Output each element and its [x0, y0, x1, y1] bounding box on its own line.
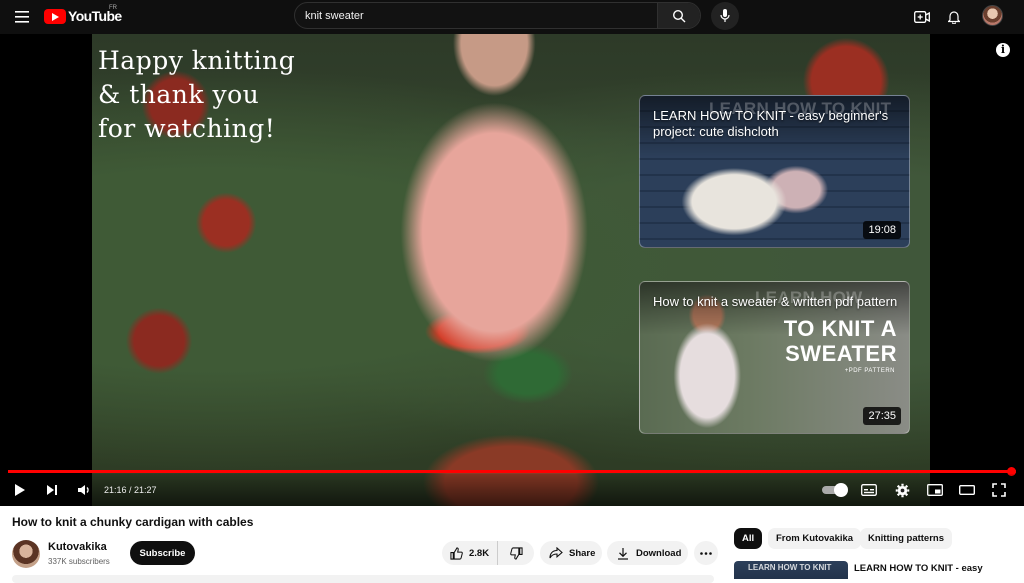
miniplayer-icon: [927, 484, 943, 496]
card-duration: 19:08: [863, 221, 901, 239]
share-label: Share: [569, 547, 596, 559]
card-thumb-sub: +PDF PATTERN: [844, 368, 895, 374]
theater-icon: [959, 485, 975, 495]
info-icon[interactable]: i: [996, 43, 1010, 57]
endscreen-card-1[interactable]: LEARN HOW TO KNIT LEARN HOW TO KNIT - ea…: [639, 95, 910, 248]
search-button[interactable]: [657, 3, 700, 28]
share-button[interactable]: Share: [540, 541, 602, 565]
video-title: How to knit a chunky cardigan with cable…: [12, 515, 254, 529]
like-count: 2.8K: [469, 547, 490, 559]
miniplayer-button[interactable]: [924, 480, 946, 500]
create-button[interactable]: [912, 7, 932, 27]
next-icon: [47, 485, 57, 495]
play-icon: [15, 484, 25, 496]
channel-name[interactable]: Kutovakika: [48, 541, 107, 553]
search-icon: [672, 9, 686, 22]
related-thumb-text: LEARN HOW TO KNIT: [748, 563, 832, 572]
chip-all[interactable]: All: [734, 528, 763, 549]
like-dislike-group: 2.8K: [442, 541, 534, 565]
captions-button[interactable]: [858, 480, 880, 500]
endscreen-line-3: for watching!: [98, 114, 276, 143]
endscreen-line-2: & thank you: [98, 80, 260, 109]
settings-icon: [895, 483, 909, 497]
top-bar: YouTube FR: [0, 0, 1024, 34]
settings-button[interactable]: HD: [891, 480, 913, 500]
volume-button[interactable]: [74, 480, 94, 500]
menu-icon[interactable]: [12, 7, 32, 27]
share-icon: [549, 547, 563, 559]
chip-knitting-patterns[interactable]: Knitting patterns: [860, 528, 952, 549]
search-input[interactable]: [295, 3, 659, 28]
logo-region: FR: [109, 5, 117, 11]
subscriber-count: 337K subscribers: [48, 557, 110, 566]
card-title: LEARN HOW TO KNIT - easy beginner's proj…: [653, 108, 889, 139]
account-avatar[interactable]: [982, 5, 1003, 26]
next-button[interactable]: [42, 480, 62, 500]
endscreen-message: Happy knitting & thank you for watching!: [98, 44, 295, 146]
fullscreen-button[interactable]: [988, 480, 1010, 500]
card-duration: 27:35: [863, 407, 901, 425]
create-icon: [914, 11, 930, 23]
card-thumb-big-line-1: TO KNIT A: [783, 316, 897, 341]
progress-bar[interactable]: [8, 467, 1016, 476]
endscreen-line-1: Happy knitting: [98, 46, 296, 75]
channel-avatar[interactable]: [12, 540, 40, 568]
search-box: [294, 2, 701, 29]
autoplay-toggle[interactable]: [822, 483, 848, 497]
player-controls: 21:16 / 21:27 HD: [0, 474, 1024, 506]
theater-button[interactable]: [956, 480, 978, 500]
like-icon: [450, 546, 463, 560]
subscribe-button[interactable]: Subscribe: [130, 541, 195, 565]
fullscreen-icon: [992, 483, 1006, 497]
related-video-thumbnail[interactable]: LEARN HOW TO KNIT: [734, 561, 848, 579]
description-box[interactable]: [12, 575, 714, 583]
download-label: Download: [636, 547, 682, 559]
notifications-button[interactable]: [944, 7, 964, 27]
dislike-icon: [509, 546, 523, 560]
related-video-title[interactable]: LEARN HOW TO KNIT - easy: [854, 563, 983, 574]
mic-icon: [720, 9, 730, 22]
more-actions-button[interactable]: [694, 541, 718, 565]
youtube-logo-icon: [44, 8, 66, 24]
more-icon: [700, 551, 712, 555]
volume-icon: [78, 485, 89, 495]
bell-icon: [948, 11, 960, 24]
endscreen-card-2[interactable]: LEARN HOW How to knit a sweater & writte…: [639, 281, 910, 434]
download-icon: [618, 547, 628, 560]
voice-search-button[interactable]: [711, 2, 739, 30]
youtube-logo[interactable]: YouTube FR: [44, 5, 122, 24]
watch-metadata: How to knit a chunky cardigan with cable…: [0, 506, 1024, 583]
autoplay-knob: [834, 483, 848, 497]
time-display: 21:16 / 21:27: [104, 485, 157, 495]
card-title: How to knit a sweater & written pdf patt…: [653, 294, 898, 309]
video-player[interactable]: Happy knitting & thank you for watching!…: [0, 34, 1024, 506]
captions-icon: [861, 484, 877, 496]
download-button[interactable]: Download: [607, 541, 688, 565]
play-button[interactable]: [10, 480, 30, 500]
like-button[interactable]: 2.8K: [442, 541, 498, 565]
dislike-button[interactable]: [498, 541, 534, 565]
chip-from-channel[interactable]: From Kutovakika: [768, 528, 862, 549]
card-thumb-big-line-2: SWEATER: [785, 341, 897, 366]
